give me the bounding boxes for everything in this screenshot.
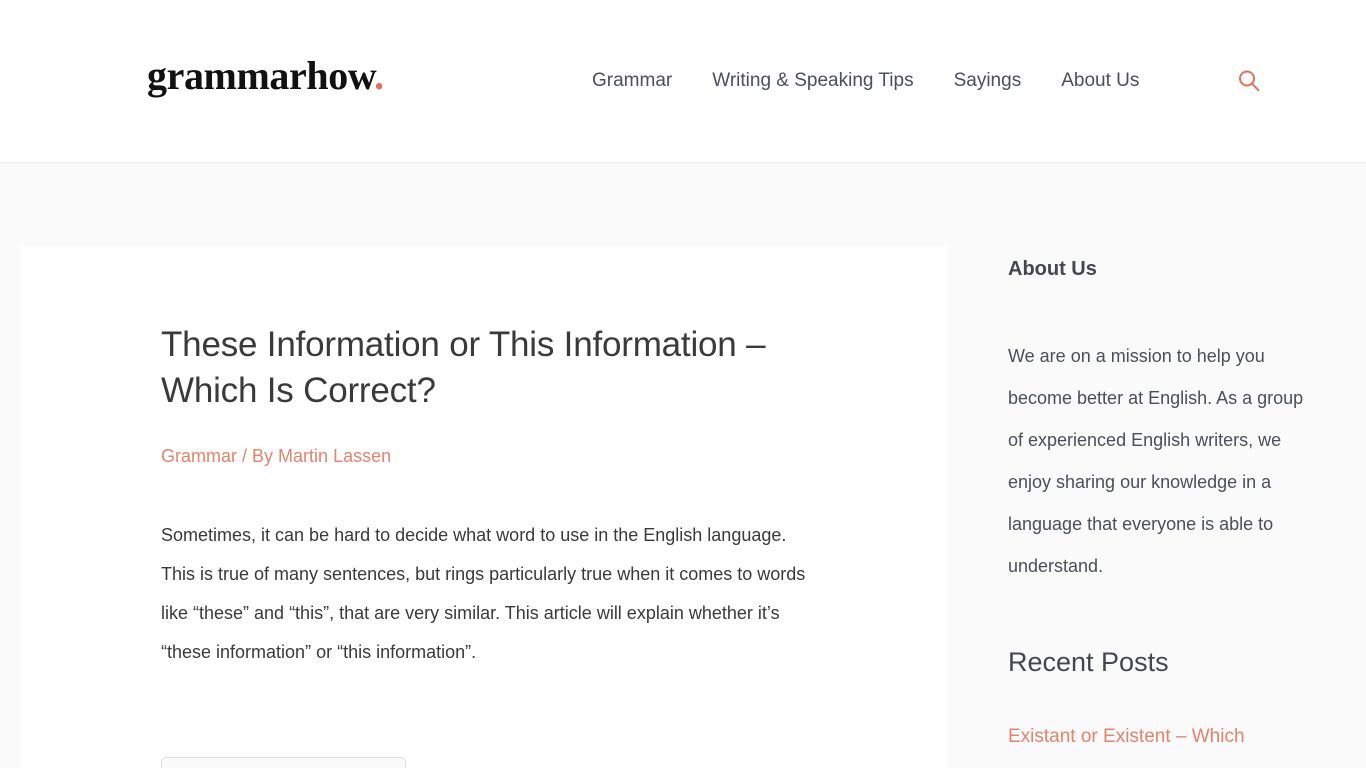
page-body: These Information or This Information – … <box>0 163 1366 768</box>
table-of-contents-box[interactable] <box>161 757 406 768</box>
article-body: Sometimes, it can be hard to decide what… <box>161 516 816 672</box>
search-icon[interactable] <box>1236 68 1262 94</box>
site-logo-text: grammarhow <box>147 53 375 98</box>
list-item: Existant or Existent – Which <box>1008 722 1328 752</box>
site-logo[interactable]: grammarhow. <box>147 56 384 96</box>
article-byline: By Martin Lassen <box>252 446 392 466</box>
widget-text-about-us: We are on a mission to help you become b… <box>1008 346 1304 576</box>
main-content-card: These Information or This Information – … <box>20 246 948 768</box>
site-logo-dot: . <box>374 53 384 98</box>
nav-item-about-us[interactable]: About Us <box>1061 68 1139 94</box>
nav-item-sayings[interactable]: Sayings <box>954 68 1022 94</box>
nav-item-grammar[interactable]: Grammar <box>592 68 672 94</box>
widget-title-recent-posts: Recent Posts <box>1008 647 1169 677</box>
recent-post-link-1[interactable]: Existant or Existent – Which <box>1008 726 1245 747</box>
recent-posts-list: Existant or Existent – Which <box>1008 722 1328 768</box>
article-paragraph-1: Sometimes, it can be hard to decide what… <box>161 525 806 662</box>
nav-item-writing-speaking-tips[interactable]: Writing & Speaking Tips <box>712 68 913 94</box>
article-meta-separator: / <box>242 446 248 466</box>
page-title: These Information or This Information – … <box>161 325 766 410</box>
widget-title-about-us: About Us <box>1008 258 1097 280</box>
article-meta: Grammar / By Martin Lassen <box>161 443 391 469</box>
site-header: grammarhow. Grammar Writing & Speaking T… <box>0 0 1366 163</box>
main-navigation: Grammar Writing & Speaking Tips Sayings … <box>592 68 1139 94</box>
article-category-link[interactable]: Grammar <box>161 446 237 466</box>
